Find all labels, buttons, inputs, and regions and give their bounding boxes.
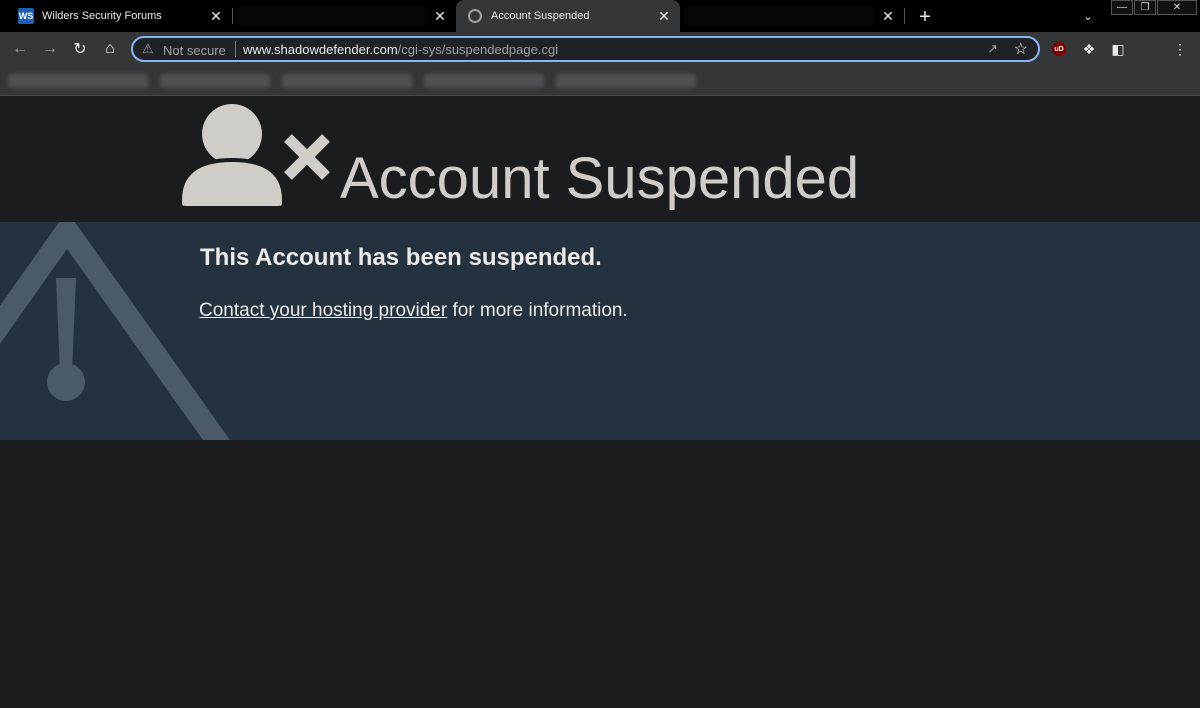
suspension-heading: This Account has been suspended. xyxy=(200,244,602,271)
hero-header: Account Suspended xyxy=(0,97,1200,222)
share-icon[interactable]: ↗ xyxy=(987,41,998,57)
suspension-message: Contact your hosting provider for more i… xyxy=(199,300,628,322)
tab-close-icon[interactable]: ✕ xyxy=(880,8,896,24)
tab-wilders[interactable]: WS Wilders Security Forums ✕ xyxy=(0,0,232,32)
security-indicator[interactable]: Not secure xyxy=(163,43,226,58)
tab-separator xyxy=(904,8,905,24)
blurred-bookmark[interactable] xyxy=(282,74,412,88)
blurred-bookmark[interactable] xyxy=(8,74,148,88)
tab-title: Account Suspended xyxy=(491,10,590,22)
tab-search-chevron-icon[interactable]: ⌄ xyxy=(1080,8,1096,24)
warning-triangle-icon xyxy=(0,222,230,440)
globe-icon xyxy=(468,9,482,23)
redacted-tab-title xyxy=(684,6,874,26)
extensions-puzzle-icon[interactable]: ❖ xyxy=(1081,41,1097,57)
message-trailing-text: for more information. xyxy=(447,300,628,321)
home-button[interactable]: ⌂ xyxy=(98,37,122,61)
suspension-banner: This Account has been suspended. Contact… xyxy=(0,222,1200,440)
tab-strip: WS Wilders Security Forums ✕ ✕ Account S… xyxy=(0,0,1200,32)
blurred-bookmark[interactable] xyxy=(556,74,696,88)
window-close-button[interactable]: ✕ xyxy=(1157,0,1197,15)
tab-title: Wilders Security Forums xyxy=(42,10,162,22)
bookmark-star-icon[interactable]: ☆ xyxy=(1014,39,1028,59)
url-path: /cgi-sys/suspendedpage.cgi xyxy=(397,42,559,57)
user-remove-icon xyxy=(180,104,330,210)
url-text[interactable]: www.shadowdefender.com/cgi-sys/suspended… xyxy=(243,42,558,57)
bookmarks-bar xyxy=(0,66,1200,96)
warning-triangle-icon[interactable]: ⚠ xyxy=(142,41,154,57)
restore-button[interactable]: ❐ xyxy=(1134,0,1156,15)
address-bar[interactable]: ⚠ Not secure www.shadowdefender.com/cgi-… xyxy=(131,36,1040,62)
back-button[interactable]: ← xyxy=(8,37,32,61)
new-tab-button[interactable]: + xyxy=(914,6,936,28)
tab-account-suspended[interactable]: Account Suspended ✕ xyxy=(456,0,680,32)
divider xyxy=(235,41,236,57)
tab-redacted-1[interactable]: ✕ xyxy=(233,0,456,32)
side-panel-icon[interactable]: ◧ xyxy=(1110,41,1126,57)
minimize-button[interactable]: — xyxy=(1111,0,1133,15)
ublock-origin-icon[interactable]: uD xyxy=(1052,42,1066,56)
redacted-tab-title xyxy=(237,6,427,26)
page-content: Account Suspended This Account has been … xyxy=(0,97,1200,708)
tab-redacted-2[interactable]: ✕ xyxy=(680,0,904,32)
reload-button[interactable]: ↻ xyxy=(68,37,92,61)
blurred-bookmark[interactable] xyxy=(424,74,544,88)
tab-close-icon[interactable]: ✕ xyxy=(432,8,448,24)
page-title: Account Suspended xyxy=(340,146,860,211)
url-host: www.shadowdefender.com xyxy=(243,42,398,57)
tab-close-icon[interactable]: ✕ xyxy=(656,8,672,24)
tab-close-icon[interactable]: ✕ xyxy=(208,8,224,24)
wilders-favicon-icon: WS xyxy=(18,8,34,24)
menu-kebab-icon[interactable]: ⋮ xyxy=(1172,41,1188,57)
browser-toolbar: ← → ↻ ⌂ ⚠ Not secure www.shadowdefender.… xyxy=(0,32,1200,66)
forward-button[interactable]: → xyxy=(38,37,62,61)
blurred-bookmark[interactable] xyxy=(160,74,270,88)
contact-hosting-link[interactable]: Contact your hosting provider xyxy=(199,300,447,321)
